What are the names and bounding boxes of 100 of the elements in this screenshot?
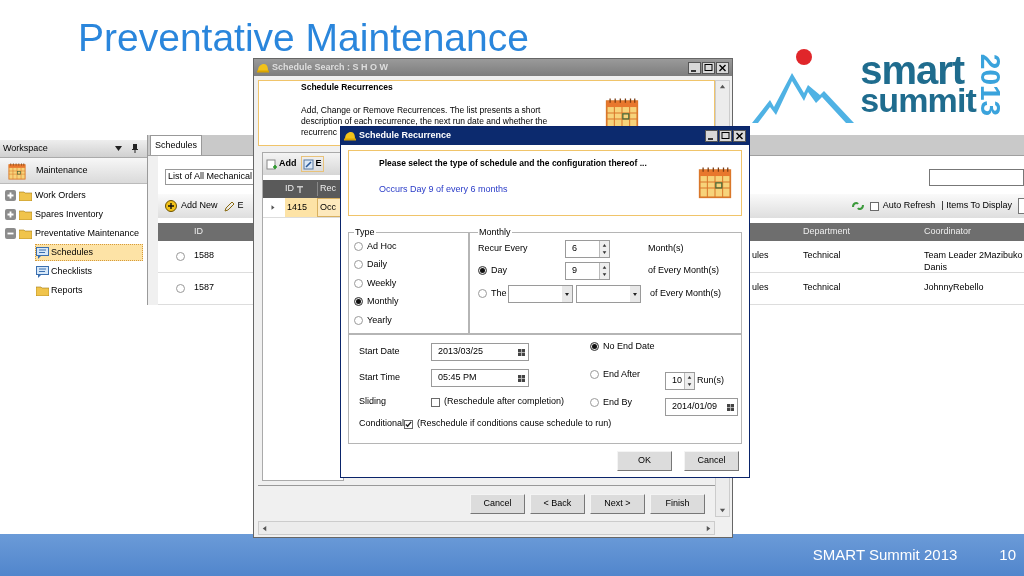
tab[interactable]: Schedules	[150, 135, 203, 155]
radio-button[interactable]	[354, 315, 363, 325]
column-header[interactable]: ID	[285, 182, 294, 196]
folder-icon	[19, 228, 32, 239]
horizontal-scrollbar[interactable]	[258, 521, 715, 535]
radio-button[interactable]	[354, 260, 363, 270]
scroll-up-icon[interactable]	[719, 83, 726, 90]
filter-icon[interactable]	[297, 185, 303, 193]
dialog-button[interactable]: Finish	[650, 493, 705, 514]
spin-down-icon[interactable]	[685, 381, 694, 389]
calendar-icon[interactable]	[518, 374, 525, 382]
table-cell-text: Technical	[803, 249, 842, 262]
expand-icon[interactable]	[5, 190, 16, 201]
minimize-icon[interactable]	[688, 61, 701, 74]
date-field[interactable]: 2013/03/25	[431, 343, 529, 361]
radio-button[interactable]	[478, 266, 487, 275]
radio-button[interactable]	[590, 370, 599, 380]
radio-label[interactable]: No End Date	[603, 340, 655, 354]
check-icon[interactable]	[405, 420, 413, 428]
table-cell[interactable]: 1415	[285, 198, 317, 217]
radio-button[interactable]	[354, 241, 363, 251]
calendar-icon[interactable]	[727, 403, 734, 411]
close-icon[interactable]	[716, 61, 729, 74]
column-header[interactable]: Rec	[317, 182, 336, 196]
recur-every-field[interactable]: 6	[565, 239, 610, 258]
add-button[interactable]: Add	[266, 157, 297, 171]
add-new-button[interactable]: Add New	[165, 199, 218, 213]
caret-icon[interactable]	[630, 285, 640, 302]
page-number: 10	[999, 544, 1016, 565]
close-icon[interactable]	[733, 130, 746, 142]
edit-icon	[302, 158, 314, 170]
radio-button[interactable]	[590, 398, 599, 408]
date-field[interactable]: 05:45 PM	[431, 369, 529, 387]
maximize-icon[interactable]	[719, 130, 732, 142]
caret-icon[interactable]	[562, 285, 572, 302]
window-title: Schedule Search : S H O W	[272, 60, 390, 74]
unit-label: Month(s)	[648, 241, 684, 255]
radio-label[interactable]: End By	[603, 396, 633, 410]
module-header[interactable]: Maintenance	[0, 158, 147, 184]
radio-button[interactable]	[478, 289, 487, 298]
radio-button[interactable]	[354, 278, 363, 288]
tree-item[interactable]: Schedules	[35, 244, 143, 261]
tree-item[interactable]: Reports	[35, 282, 94, 299]
header-title: Schedule Recurrences	[301, 82, 393, 93]
column-header[interactable]: Department	[803, 225, 924, 239]
table-cell-text: JohnnyRebello	[924, 281, 985, 293]
refresh-icon[interactable]	[851, 201, 864, 211]
radio-label[interactable]: Daily	[367, 258, 387, 272]
checkbox-option[interactable]: (Reschedule if conditions cause schedule to run)	[404, 417, 612, 431]
calendar-icon[interactable]	[518, 348, 525, 356]
row-pointer-icon[interactable]	[270, 204, 276, 211]
day-field[interactable]: 9	[565, 261, 610, 280]
tree-item[interactable]: Preventative Maintenance	[35, 226, 140, 241]
scroll-left-icon[interactable]	[261, 524, 268, 532]
dialog-button[interactable]: Cancel	[684, 450, 739, 471]
expand-icon[interactable]	[5, 209, 16, 220]
folder-icon	[19, 209, 32, 220]
checkbox-option[interactable]: (Reschedule after completion)	[431, 395, 565, 409]
runs-field[interactable]: 10	[665, 372, 695, 390]
radio-label[interactable]: Yearly	[367, 313, 392, 327]
table-cell[interactable]: Occ	[317, 198, 343, 217]
radio-label[interactable]: The	[491, 286, 507, 301]
radio-label[interactable]: Day	[491, 263, 507, 278]
date-field[interactable]: 2014/01/09	[665, 398, 738, 416]
column-header[interactable]: Coordinator	[924, 225, 1024, 239]
dialog-button[interactable]: Next >	[590, 493, 645, 514]
add-page-icon	[266, 158, 277, 170]
items-field[interactable]	[1018, 198, 1024, 214]
radio-label[interactable]: Ad Hoc	[367, 239, 397, 253]
search-field[interactable]	[929, 168, 1024, 186]
dialog-button[interactable]: Cancel	[470, 493, 525, 514]
edit-button[interactable]: E	[223, 199, 244, 213]
pin-icon[interactable]	[132, 144, 138, 153]
folder-icon	[19, 190, 32, 201]
collapse-icon[interactable]	[5, 228, 16, 239]
tree-item[interactable]: Checklists	[35, 263, 103, 280]
dialog-button[interactable]: OK	[617, 450, 672, 471]
checkbox-option[interactable]: Auto Refresh	[869, 199, 936, 213]
table-cell: ules	[752, 282, 769, 292]
maximize-icon[interactable]	[702, 61, 715, 74]
dialog-button[interactable]: < Back	[530, 493, 585, 514]
table-cell: Team Leader 2Mazibuko Danis	[924, 249, 1024, 273]
folder-icon	[36, 285, 49, 296]
radio-button[interactable]	[590, 342, 599, 352]
helmet-icon	[344, 131, 356, 141]
minimize-icon[interactable]	[705, 130, 718, 142]
scroll-right-icon[interactable]	[705, 524, 712, 532]
scroll-down-icon[interactable]	[719, 507, 726, 514]
tree-item[interactable]: Spares Inventory	[35, 207, 104, 222]
radio-label[interactable]: Weekly	[367, 276, 397, 290]
radio-label[interactable]: End After	[603, 368, 641, 382]
tree-item[interactable]: Work Orders	[35, 188, 86, 203]
caret-icon[interactable]	[115, 146, 122, 151]
column-header[interactable]: ID	[194, 225, 254, 239]
radio-button[interactable]	[354, 297, 363, 307]
unit-label: Run(s)	[697, 374, 724, 388]
radio-label[interactable]: Monthly	[367, 295, 399, 309]
footer-text: SMART Summit 2013	[812, 544, 958, 565]
edit-button[interactable]: E	[300, 156, 324, 172]
spin-up-icon[interactable]	[685, 373, 694, 381]
